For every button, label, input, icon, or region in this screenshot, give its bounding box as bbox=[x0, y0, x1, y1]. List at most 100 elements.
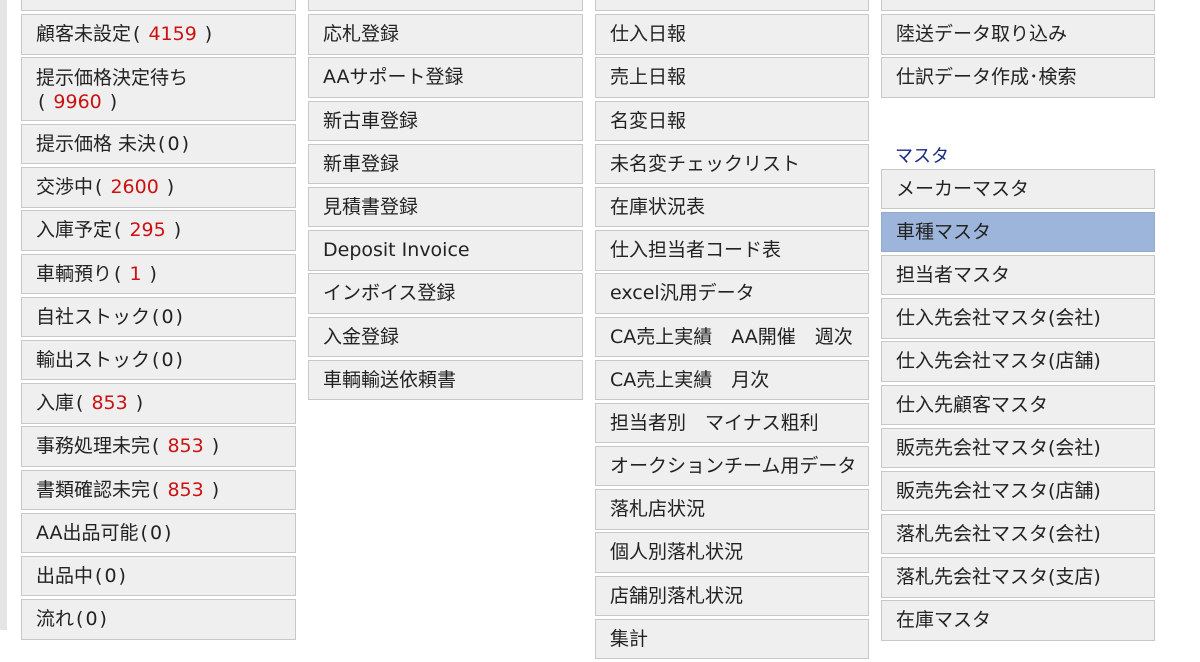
close-paren: ) bbox=[149, 262, 157, 285]
registration-button[interactable]: インボイス登録 bbox=[308, 273, 583, 314]
status-button[interactable]: 顧客未設定(4159) bbox=[21, 14, 296, 55]
report-button[interactable]: CA売上実績 月次 bbox=[595, 359, 869, 401]
data-master-column: 顧客データ取り込み陸送データ取り込み仕訳データ作成･検索 マスタ メーカーマスタ… bbox=[881, 0, 1155, 644]
close-paren: ) bbox=[211, 478, 220, 501]
open-paren: ( bbox=[76, 392, 84, 415]
registration-button[interactable]: 新車登録 bbox=[308, 143, 583, 185]
registration-button[interactable]: 車輌輸送依頼書 bbox=[308, 359, 583, 401]
close-paren: ) bbox=[135, 392, 144, 415]
status-button[interactable]: 入庫(853) bbox=[21, 383, 296, 424]
status-button[interactable]: 事務処理未完(853) bbox=[21, 426, 296, 467]
open-paren: ( bbox=[152, 435, 160, 458]
status-count: 9960 bbox=[53, 91, 102, 114]
report-button[interactable]: 名変日報 bbox=[595, 100, 869, 141]
master-section-title: マスタ bbox=[895, 145, 949, 167]
close-paren: ) bbox=[181, 133, 189, 156]
registration-button[interactable]: 入金登録 bbox=[308, 316, 583, 357]
report-button[interactable]: 個人別落札状況 bbox=[595, 532, 869, 573]
data-import-button[interactable]: 陸送データ取り込み bbox=[881, 14, 1155, 55]
status-label: 出品中 bbox=[36, 564, 94, 587]
status-label: 自社ストック bbox=[36, 305, 151, 328]
status-count: 0 bbox=[167, 133, 180, 156]
master-button[interactable]: 車種マスタ bbox=[881, 211, 1155, 253]
status-count: 853 bbox=[167, 435, 204, 458]
status-button[interactable]: 交渉中(2600) bbox=[21, 167, 296, 208]
report-button[interactable]: オークションチーム用データ bbox=[595, 446, 869, 487]
status-label: 入庫予定 bbox=[36, 219, 113, 242]
report-button[interactable]: 担当者別 マイナス粗利 bbox=[595, 402, 869, 444]
master-button[interactable]: 仕入先会社マスタ(店舗) bbox=[881, 341, 1155, 382]
report-button[interactable]: 売上日報 bbox=[595, 57, 869, 98]
status-label: 顧客未設定 bbox=[36, 23, 132, 46]
status-button[interactable]: 提示価格決定待ち(9960) bbox=[21, 57, 296, 122]
close-paren: ) bbox=[118, 564, 126, 587]
master-button[interactable]: 落札先会社マスタ(支店) bbox=[881, 557, 1155, 598]
open-paren: ( bbox=[208, 0, 215, 2]
close-paren: ) bbox=[166, 176, 175, 199]
data-import-button[interactable]: 仕訳データ作成･検索 bbox=[881, 57, 1155, 98]
status-button[interactable]: 出品中(0) bbox=[21, 555, 296, 597]
report-column: 仕入入庫日報仕入日報売上日報名変日報未名変チェックリスト在庫状況表仕入担当者コー… bbox=[595, 0, 869, 662]
report-button[interactable]: 店舗別落札状況 bbox=[595, 575, 869, 617]
report-button[interactable]: 仕入入庫日報 bbox=[595, 0, 869, 12]
status-button[interactable]: 輸出ストック(0) bbox=[21, 340, 296, 381]
open-paren: ( bbox=[114, 262, 122, 285]
status-label: 書類確認未完 bbox=[36, 478, 151, 501]
status-button[interactable]: 提示価格 未決(0) bbox=[21, 124, 296, 165]
report-button[interactable]: 在庫状況表 bbox=[595, 186, 869, 228]
registration-button[interactable]: Deposit Invoice bbox=[308, 230, 583, 271]
status-button[interactable]: フォローアップ待ち(6412) bbox=[21, 0, 296, 12]
registration-button[interactable]: AAサポート登録 bbox=[308, 57, 583, 98]
close-paren: ) bbox=[173, 219, 182, 242]
status-count: 2600 bbox=[110, 176, 159, 199]
status-label: 交渉中 bbox=[36, 176, 94, 199]
report-button[interactable]: 未名変チェックリスト bbox=[595, 143, 869, 185]
status-count: 4159 bbox=[148, 23, 197, 46]
status-count: 0 bbox=[161, 349, 174, 371]
registration-button[interactable]: 応札登録 bbox=[308, 14, 583, 55]
report-button[interactable]: 集計 bbox=[595, 618, 869, 660]
status-label: 入庫 bbox=[36, 392, 75, 415]
data-import-button[interactable]: 顧客データ取り込み bbox=[881, 0, 1155, 12]
report-button[interactable]: 仕入日報 bbox=[595, 14, 869, 55]
status-button[interactable]: 自社ストック(0) bbox=[21, 296, 296, 338]
close-paren: ) bbox=[99, 608, 107, 631]
master-button[interactable]: 仕入先会社マスタ(会社) bbox=[881, 298, 1155, 339]
status-button[interactable]: 車輌預り(1) bbox=[21, 253, 296, 295]
open-paren: ( bbox=[158, 133, 166, 156]
status-count: 853 bbox=[91, 392, 128, 415]
report-button[interactable]: excel汎用データ bbox=[595, 273, 869, 314]
master-button[interactable]: メーカーマスタ bbox=[881, 168, 1155, 209]
master-button[interactable]: 落札先会社マスタ(会社) bbox=[881, 514, 1155, 555]
status-button[interactable]: 流れ(0) bbox=[21, 599, 296, 640]
status-count: 0 bbox=[85, 608, 98, 631]
registration-button[interactable]: 仕入車両登録 bbox=[308, 0, 583, 12]
master-button[interactable]: 販売先会社マスタ(会社) bbox=[881, 427, 1155, 469]
report-button[interactable]: 仕入担当者コード表 bbox=[595, 230, 869, 271]
status-button[interactable]: 書類確認未完(853) bbox=[21, 469, 296, 510]
status-count: 0 bbox=[104, 564, 117, 587]
open-paren: ( bbox=[95, 564, 103, 587]
master-button[interactable]: 在庫マスタ bbox=[881, 600, 1155, 641]
registration-button[interactable]: 見積書登録 bbox=[308, 186, 583, 228]
master-button[interactable]: 担当者マスタ bbox=[881, 254, 1155, 296]
registration-button[interactable]: 新古車登録 bbox=[308, 100, 583, 141]
status-label: 輸出ストック bbox=[36, 349, 151, 371]
master-button[interactable]: 仕入先顧客マスタ bbox=[881, 384, 1155, 425]
master-group: メーカーマスタ 車種マスタ 担当者マスタ 仕入先会社マスタ(会社) 仕入先会社マスタ(店… bbox=[881, 168, 1155, 641]
registration-column: 仕入車両登録応札登録AAサポート登録新古車登録新車登録見積書登録Deposit … bbox=[308, 0, 583, 403]
status-button[interactable]: AA出品可能(0) bbox=[21, 512, 296, 554]
master-button[interactable]: 販売先会社マスタ(店舗) bbox=[881, 470, 1155, 512]
report-button[interactable]: 落札店状況 bbox=[595, 489, 869, 530]
status-count: 1 bbox=[129, 262, 142, 285]
status-count: 853 bbox=[167, 478, 204, 501]
report-button[interactable]: CA売上実績 AA開催 週次 bbox=[595, 316, 869, 357]
status-count: 6412 bbox=[224, 0, 272, 2]
data-import-group: 顧客データ取り込み陸送データ取り込み仕訳データ作成･検索 bbox=[881, 0, 1155, 98]
status-button[interactable]: 入庫予定(295) bbox=[21, 210, 296, 251]
status-label: 事務処理未完 bbox=[36, 435, 151, 458]
close-paren: ) bbox=[109, 91, 118, 114]
close-paren: ) bbox=[211, 435, 220, 458]
status-column: フォローアップ待ち(6412)顧客未設定(4159)提示価格決定待ち(9960)… bbox=[21, 0, 296, 642]
